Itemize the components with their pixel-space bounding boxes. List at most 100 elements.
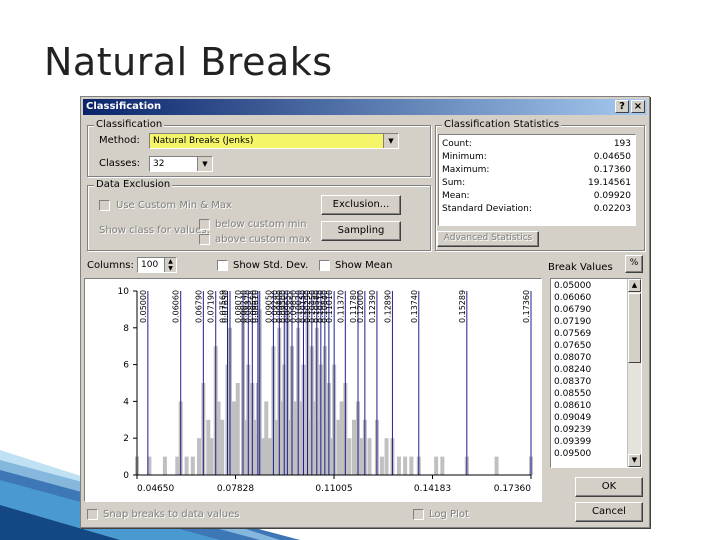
break-value-item[interactable]: 0.09239 — [554, 425, 591, 436]
classes-label: Classes: — [99, 158, 141, 169]
break-values-scrollbar[interactable]: ▲ ▼ — [627, 279, 641, 467]
histogram-bar — [235, 383, 240, 475]
y-tick-label: 8 — [123, 324, 129, 334]
percent-button[interactable]: % — [625, 255, 643, 273]
method-select[interactable]: Natural Breaks (Jenks) ▼ — [149, 133, 399, 149]
histogram-bar — [351, 419, 356, 475]
x-tick-label: 0.07828 — [217, 484, 254, 494]
histogram-bar — [190, 456, 195, 475]
classification-group-title: Classification — [94, 119, 165, 130]
break-value-item[interactable]: 0.08370 — [554, 377, 591, 388]
y-tick-label: 4 — [123, 397, 129, 407]
method-value: Natural Breaks (Jenks) — [153, 136, 254, 146]
break-values-list[interactable]: 0.05000 0.06060 0.06790 0.07190 0.07569 0.076… — [550, 278, 642, 468]
break-value-item[interactable]: 0.08240 — [554, 365, 591, 376]
slide-title: Natural Breaks — [44, 40, 333, 84]
above-custom-checkbox[interactable] — [199, 234, 210, 245]
break-label: 0.07650 — [221, 290, 230, 323]
histogram-bar — [175, 456, 180, 475]
exclusion-button[interactable]: Exclusion... — [321, 195, 401, 215]
x-tick-label: 0.17360 — [494, 484, 531, 494]
histogram-bar — [367, 438, 372, 475]
advanced-statistics-button[interactable]: Advanced Statistics — [437, 231, 539, 247]
break-label: 0.15289 — [458, 290, 467, 323]
y-tick-label: 6 — [123, 361, 129, 371]
break-value-item[interactable]: 0.08610 — [554, 401, 591, 412]
break-label: 0.11010 — [325, 290, 334, 323]
break-label: 0.07190 — [207, 290, 216, 323]
histogram-bar — [384, 438, 389, 475]
break-value-item[interactable]: 0.09500 — [554, 449, 591, 460]
histogram-bar — [347, 438, 352, 475]
y-tick-label: 2 — [123, 434, 129, 444]
histogram-bar — [184, 456, 189, 475]
break-value-item[interactable]: 0.07190 — [554, 317, 591, 328]
histogram-bar — [264, 401, 269, 475]
x-tick-label: 0.14183 — [414, 484, 451, 494]
break-label: 0.12000 — [356, 290, 365, 323]
break-value-item[interactable]: 0.06060 — [554, 293, 591, 304]
histogram-bar — [209, 438, 214, 475]
scroll-thumb[interactable] — [628, 293, 641, 363]
stat-row: Mean: 0.09920 — [442, 191, 631, 203]
sampling-button[interactable]: Sampling — [321, 221, 401, 241]
x-tick-label: 0.04650 — [137, 484, 174, 494]
stat-value: 193 — [613, 139, 631, 149]
stat-value: 0.02203 — [593, 204, 631, 214]
show-mean-checkbox[interactable] — [319, 260, 330, 271]
stat-row: Minimum: 0.04650 — [442, 152, 631, 164]
histogram-bar — [196, 438, 201, 475]
log-plot-checkbox[interactable] — [413, 509, 424, 520]
histogram-chart[interactable]: 0.05000 0.06060 0.06790 0.07190 0.07569 0.076… — [84, 278, 542, 502]
show-std-dev-label: Show Std. Dev. — [233, 260, 309, 271]
stat-label: Standard Deviation: — [442, 204, 532, 214]
break-value-item[interactable]: 0.07650 — [554, 341, 591, 352]
histogram-bar — [220, 419, 225, 475]
break-values-label: Break Values — [548, 262, 613, 273]
break-value-item[interactable]: 0.05000 — [554, 281, 591, 292]
help-button[interactable]: ? — [615, 100, 629, 113]
show-std-dev-checkbox[interactable] — [217, 260, 228, 271]
stat-label: Count: — [442, 139, 472, 149]
below-custom-checkbox[interactable] — [199, 219, 210, 230]
break-value-item[interactable]: 0.08070 — [554, 353, 591, 364]
columns-stepper[interactable]: 100 ▲ ▼ — [137, 257, 177, 273]
stat-label: Sum: — [442, 178, 466, 188]
histogram-bar — [216, 401, 221, 475]
stat-row: Sum: 19.14561 — [442, 178, 631, 190]
histogram-svg[interactable]: 0.05000 0.06060 0.06790 0.07190 0.075690.076… — [85, 279, 541, 501]
histogram-bar — [494, 456, 499, 475]
break-value-item[interactable]: 0.07569 — [554, 329, 591, 340]
classes-select[interactable]: 32 ▼ — [149, 156, 213, 172]
ok-button[interactable]: OK — [575, 477, 643, 497]
break-value-item[interactable]: 0.09399 — [554, 437, 591, 448]
histogram-bar — [434, 456, 439, 475]
scroll-up-icon[interactable]: ▲ — [628, 279, 641, 292]
y-tick-label: 0 — [123, 471, 129, 481]
show-class-label: Show class for values: — [99, 225, 210, 236]
snap-breaks-checkbox[interactable] — [87, 509, 98, 520]
break-value-item[interactable]: 0.06790 — [554, 305, 591, 316]
cancel-button[interactable]: Cancel — [575, 502, 643, 522]
break-label: 0.17360 — [522, 290, 531, 323]
use-custom-checkbox[interactable] — [99, 200, 110, 211]
stepper-arrows-icon: ▲ ▼ — [164, 258, 176, 272]
break-label: 0.05000 — [139, 290, 148, 323]
stat-label: Minimum: — [442, 152, 487, 162]
histogram-bar — [409, 456, 414, 475]
use-custom-label: Use Custom Min & Max — [116, 200, 232, 211]
statistics-group-title: Classification Statistics — [442, 119, 562, 130]
histogram-bar — [267, 438, 272, 475]
scroll-down-icon[interactable]: ▼ — [628, 454, 641, 467]
break-value-item[interactable]: 0.09049 — [554, 413, 591, 424]
show-mean-label: Show Mean — [335, 260, 393, 271]
break-label: 0.12390 — [368, 290, 377, 323]
histogram-bar — [396, 456, 401, 475]
statistics-panel: Count: 193 Minimum: 0.04650 Maximum: 0.17360 S… — [438, 134, 636, 226]
log-plot-label: Log Plot — [429, 509, 469, 520]
close-button[interactable]: × — [631, 100, 645, 113]
break-value-item[interactable]: 0.08550 — [554, 389, 591, 400]
stat-row: Maximum: 0.17360 — [442, 165, 631, 177]
dialog-title: Classification — [86, 101, 162, 112]
histogram-bar — [440, 456, 445, 475]
